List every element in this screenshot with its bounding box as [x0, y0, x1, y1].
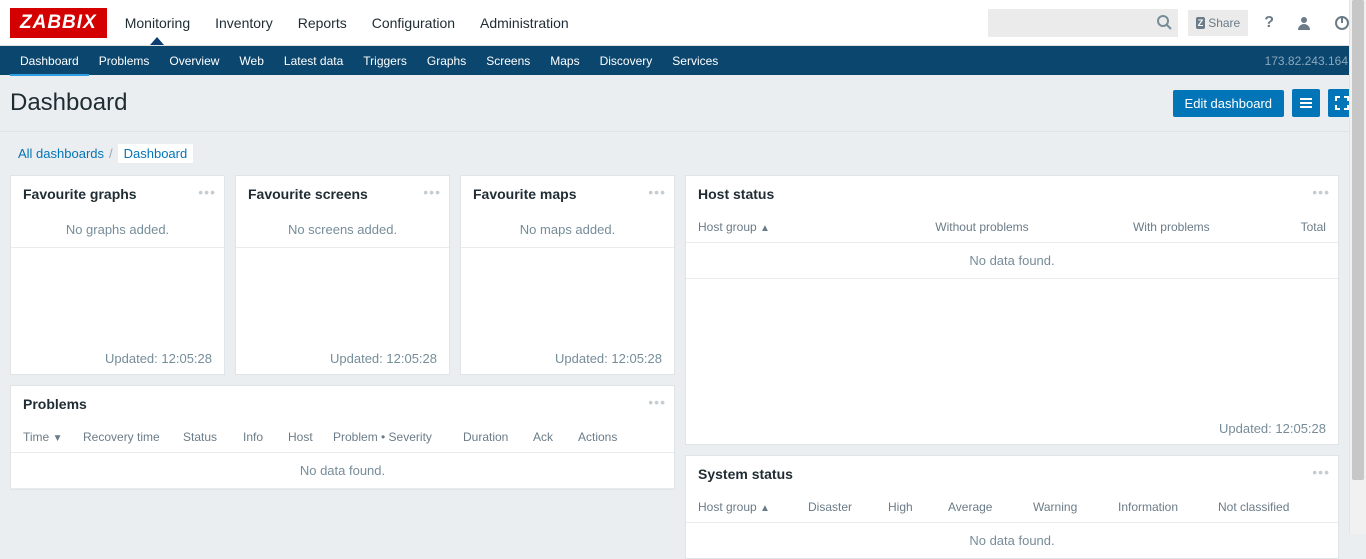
widget-fav-screens: ••• Favourite screens No screens added. … — [235, 175, 450, 375]
server-ip: 173.82.243.164 — [1265, 54, 1356, 68]
right-column: ••• Host status Host group ▲ Without pro… — [685, 175, 1339, 559]
search-input[interactable] — [988, 9, 1178, 37]
share-button[interactable]: Z Share — [1188, 10, 1249, 36]
widget-menu-icon[interactable]: ••• — [1312, 464, 1330, 480]
fav-row: ••• Favourite graphs No graphs added. Up… — [10, 175, 675, 375]
problems-nodata: No data found. — [11, 453, 674, 489]
col-actions[interactable]: Actions — [578, 430, 617, 444]
topnav-reports[interactable]: Reports — [298, 2, 347, 44]
subnav-maps[interactable]: Maps — [540, 46, 589, 76]
col-average[interactable]: Average — [948, 500, 1033, 514]
col-warning[interactable]: Warning — [1033, 500, 1118, 514]
col-with-problems[interactable]: With problems — [1077, 220, 1266, 234]
widget-updated: Updated: 12:05:28 — [236, 343, 449, 374]
head-actions: Edit dashboard — [1173, 89, 1356, 117]
widget-title: Host status — [686, 176, 1338, 212]
widget-menu-icon[interactable]: ••• — [1312, 184, 1330, 200]
col-information[interactable]: Information — [1118, 500, 1218, 514]
subnav-overview[interactable]: Overview — [159, 46, 229, 76]
subnav-dashboard[interactable]: Dashboard — [10, 46, 89, 76]
problems-table-head: Time ▼ Recovery time Status Info Host Pr… — [11, 422, 674, 453]
scrollbar-thumb[interactable] — [1352, 0, 1364, 480]
widget-menu-icon[interactable]: ••• — [423, 184, 441, 200]
search-wrap — [988, 9, 1178, 37]
widget-host-status: ••• Host status Host group ▲ Without pro… — [685, 175, 1339, 445]
system-nodata: No data found. — [686, 523, 1338, 558]
sub-nav: Dashboard Problems Overview Web Latest d… — [10, 46, 1265, 76]
topnav-inventory[interactable]: Inventory — [215, 2, 273, 44]
widget-fav-maps: ••• Favourite maps No maps added. Update… — [460, 175, 675, 375]
breadcrumb-sep: / — [104, 146, 118, 161]
sort-asc-icon: ▲ — [760, 223, 770, 234]
system-table-head: Host group ▲ Disaster High Average Warni… — [686, 492, 1338, 523]
breadcrumb-root[interactable]: All dashboards — [18, 146, 104, 161]
widget-updated: Updated: 12:05:28 — [461, 343, 674, 374]
share-label: Share — [1208, 16, 1240, 30]
page-head: Dashboard Edit dashboard — [0, 75, 1366, 132]
col-host[interactable]: Host — [288, 430, 333, 444]
widget-title: Favourite graphs — [11, 176, 224, 212]
breadcrumb-current: Dashboard — [118, 144, 194, 163]
widget-empty: No screens added. — [236, 212, 449, 248]
search-icon[interactable] — [1156, 14, 1172, 30]
col-host-group[interactable]: Host group ▲ — [698, 500, 808, 514]
subnav-services[interactable]: Services — [662, 46, 728, 76]
col-status[interactable]: Status — [183, 430, 243, 444]
dashboard-grid: ••• Favourite graphs No graphs added. Up… — [0, 175, 1366, 559]
subnav-discovery[interactable]: Discovery — [590, 46, 663, 76]
subnav-screens[interactable]: Screens — [476, 46, 540, 76]
help-icon[interactable]: ? — [1258, 10, 1280, 36]
subnav-problems[interactable]: Problems — [89, 46, 160, 76]
col-host-group[interactable]: Host group ▲ — [698, 220, 887, 234]
left-column: ••• Favourite graphs No graphs added. Up… — [10, 175, 675, 559]
widget-title: System status — [686, 456, 1338, 492]
page-title: Dashboard — [10, 89, 1173, 117]
widget-empty: No graphs added. — [11, 212, 224, 248]
topnav-monitoring[interactable]: Monitoring — [125, 2, 190, 44]
col-without-problems[interactable]: Without problems — [887, 220, 1076, 234]
widget-title: Favourite screens — [236, 176, 449, 212]
widget-title: Favourite maps — [461, 176, 674, 212]
widget-fav-graphs: ••• Favourite graphs No graphs added. Up… — [10, 175, 225, 375]
widget-problems: ••• Problems Time ▼ Recovery time Status… — [10, 385, 675, 490]
widget-empty: No maps added. — [461, 212, 674, 248]
widget-menu-icon[interactable]: ••• — [198, 184, 216, 200]
top-bar: ZABBIX Monitoring Inventory Reports Conf… — [0, 0, 1366, 46]
host-table-head: Host group ▲ Without problems With probl… — [686, 212, 1338, 243]
col-recovery[interactable]: Recovery time — [83, 430, 183, 444]
sub-bar: Dashboard Problems Overview Web Latest d… — [0, 46, 1366, 75]
subnav-graphs[interactable]: Graphs — [417, 46, 476, 76]
logo[interactable]: ZABBIX — [10, 8, 107, 38]
col-high[interactable]: High — [888, 500, 948, 514]
col-info[interactable]: Info — [243, 430, 288, 444]
col-problem-severity[interactable]: Problem • Severity — [333, 430, 463, 444]
user-icon[interactable] — [1290, 11, 1318, 35]
col-not-classified[interactable]: Not classified — [1218, 500, 1289, 514]
widget-updated: Updated: 12:05:28 — [11, 343, 224, 374]
subnav-triggers[interactable]: Triggers — [353, 46, 417, 76]
widget-system-status: ••• System status Host group ▲ Disaster … — [685, 455, 1339, 559]
host-nodata: No data found. — [686, 243, 1338, 279]
widget-title: Problems — [11, 386, 674, 422]
col-duration[interactable]: Duration — [463, 430, 533, 444]
widget-menu-icon[interactable]: ••• — [648, 394, 666, 410]
widget-menu-icon[interactable]: ••• — [648, 184, 666, 200]
topnav-administration[interactable]: Administration — [480, 2, 569, 44]
subnav-web[interactable]: Web — [229, 46, 273, 76]
topnav-configuration[interactable]: Configuration — [372, 2, 455, 44]
dashboard-list-button[interactable] — [1292, 89, 1320, 117]
breadcrumb: All dashboards / Dashboard — [0, 132, 1366, 175]
edit-dashboard-button[interactable]: Edit dashboard — [1173, 90, 1284, 117]
sort-asc-icon: ▲ — [760, 503, 770, 514]
top-right: Z Share ? — [988, 9, 1356, 37]
col-ack[interactable]: Ack — [533, 430, 578, 444]
col-disaster[interactable]: Disaster — [808, 500, 888, 514]
sort-desc-icon: ▼ — [53, 433, 63, 444]
col-total[interactable]: Total — [1266, 220, 1326, 234]
top-nav: Monitoring Inventory Reports Configurati… — [125, 2, 988, 44]
scrollbar[interactable] — [1349, 0, 1366, 534]
widget-updated: Updated: 12:05:28 — [686, 413, 1338, 444]
col-time[interactable]: Time ▼ — [23, 430, 83, 444]
subnav-latest-data[interactable]: Latest data — [274, 46, 353, 76]
